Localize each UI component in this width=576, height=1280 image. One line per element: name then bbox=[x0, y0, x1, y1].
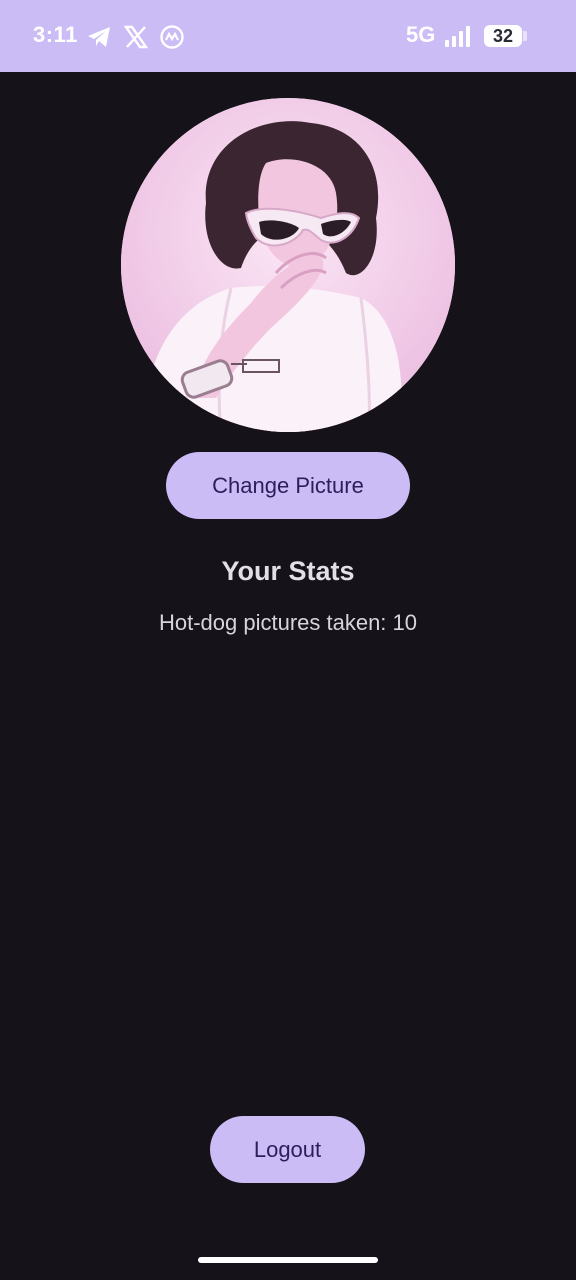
coinmarketcap-icon bbox=[159, 24, 185, 50]
battery-tip bbox=[523, 31, 527, 41]
telegram-icon bbox=[86, 24, 112, 50]
network-type: 5G bbox=[406, 22, 436, 47]
profile-photo bbox=[121, 98, 455, 432]
status-time: 3:11 bbox=[33, 22, 78, 47]
hotdog-count-text: Hot-dog pictures taken: 10 bbox=[158, 610, 418, 635]
profile-screen: 3:11 5G 32 Change Picture Your Stats Hot… bbox=[0, 0, 576, 1280]
home-indicator[interactable] bbox=[198, 1257, 378, 1263]
battery-level: 32 bbox=[492, 26, 514, 46]
change-picture-button[interactable]: Change Picture bbox=[166, 452, 410, 519]
x-icon bbox=[123, 24, 149, 50]
stats-title: Your Stats bbox=[221, 556, 355, 586]
signal-icon bbox=[444, 24, 474, 48]
profile-avatar bbox=[121, 98, 455, 432]
logout-button[interactable]: Logout bbox=[210, 1116, 365, 1183]
status-bar: 3:11 5G 32 bbox=[0, 0, 576, 72]
battery-icon: 32 bbox=[484, 25, 522, 47]
